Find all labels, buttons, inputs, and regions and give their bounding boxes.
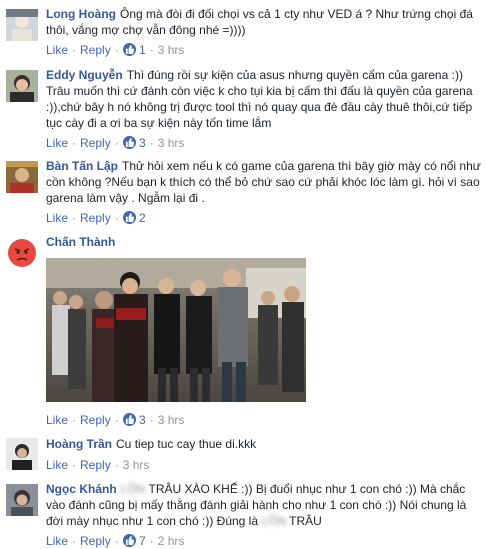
comment-actions: Like · Reply · 3 hrs [46,458,150,472]
thumbs-up-icon[interactable] [122,534,136,547]
comment-text-end: TRÂU [289,514,322,528]
like-count[interactable]: 2 [139,211,146,225]
like-count[interactable]: 7 [139,534,146,548]
comment-author[interactable]: Eddy Nguyễn [46,68,123,82]
comment-actions: Like · Reply · 2 [46,211,146,225]
thumbs-up-icon[interactable] [122,136,136,149]
comment-actions: Like · Reply · 3 · 3 hrs [46,136,185,150]
comment-photo[interactable] [46,258,306,402]
comment-author[interactable]: Ngọc Khánh [46,482,117,496]
like-link[interactable]: Like [46,211,68,225]
timestamp[interactable]: 2 hrs [158,534,185,548]
blurred-word: LỒN [120,482,146,496]
like-link[interactable]: Like [46,534,68,548]
comment-author[interactable]: Hoàng Trần [46,437,112,451]
avatar[interactable] [6,70,38,102]
comment-actions: Like · Reply · 3 · 3 hrs [46,413,185,427]
timestamp[interactable]: 3 hrs [158,43,185,57]
reply-link[interactable]: Reply [80,43,111,57]
avatar[interactable] [6,237,38,269]
thumbs-up-icon[interactable] [122,413,136,426]
reply-link[interactable]: Reply [80,458,111,472]
blurred-word: LỒN [261,514,287,528]
timestamp[interactable]: 3 hrs [123,458,150,472]
like-link[interactable]: Like [46,413,68,427]
comment-author[interactable]: Long Hoàng [46,7,116,21]
timestamp[interactable]: 3 hrs [158,136,185,150]
comment-author[interactable]: Bàn Tấn Lập [46,159,118,173]
reply-link[interactable]: Reply [80,534,111,548]
comment-text: Cu tiep tuc cay thue di.kkk [116,437,257,451]
like-count[interactable]: 3 [139,413,146,427]
avatar[interactable] [6,9,38,41]
reply-link[interactable]: Reply [80,211,111,225]
like-link[interactable]: Like [46,458,68,472]
timestamp[interactable]: 3 hrs [158,413,185,427]
like-link[interactable]: Like [46,136,68,150]
like-count[interactable]: 3 [139,136,146,150]
like-link[interactable]: Like [46,43,68,57]
avatar[interactable] [6,438,38,470]
reply-link[interactable]: Reply [80,413,111,427]
reply-link[interactable]: Reply [80,136,111,150]
comment-actions: Like · Reply · 1 · 3 hrs [46,43,185,57]
like-count[interactable]: 1 [139,43,146,57]
avatar[interactable] [6,161,38,193]
comment-author[interactable]: Chấn Thành [46,235,115,249]
comment-actions: Like · Reply · 7 · 2 hrs [46,534,185,548]
thumbs-up-icon[interactable] [122,211,136,224]
avatar[interactable] [6,484,38,516]
thumbs-up-icon[interactable] [122,43,136,56]
